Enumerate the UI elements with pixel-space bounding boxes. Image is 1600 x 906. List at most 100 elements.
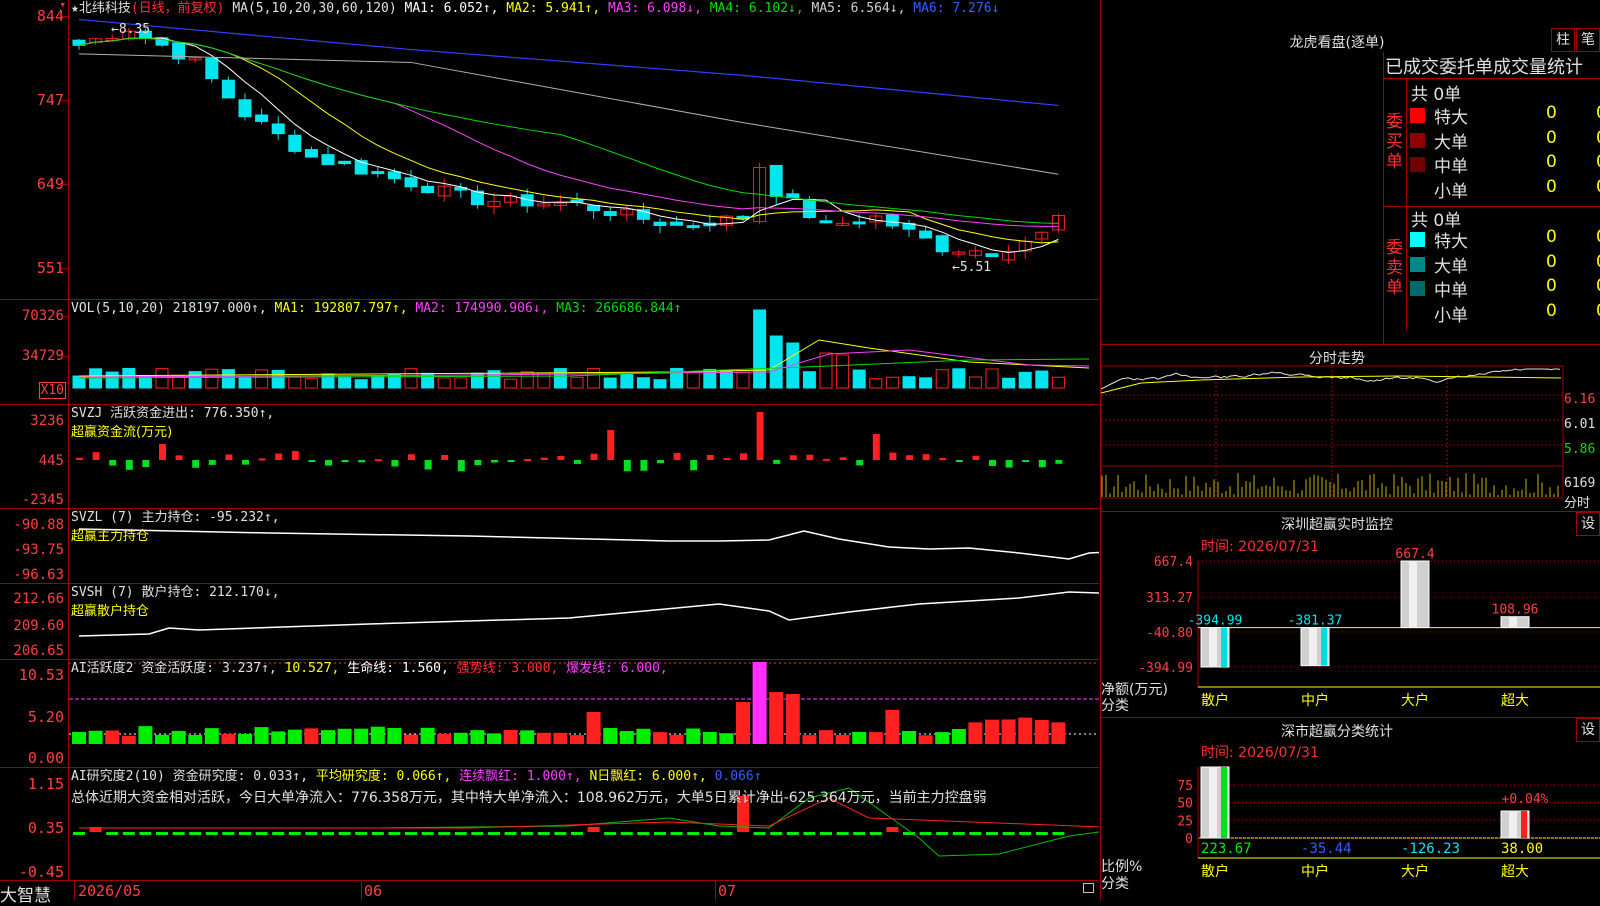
price-pane[interactable]: 844 747 649 551 ▾ ★北纬科技(日线，前复权) MA(5,10,… bbox=[0, 0, 1099, 300]
svzj-y-label: -2345 bbox=[21, 492, 64, 508]
research-bar bbox=[454, 832, 467, 835]
fund-flow-bar bbox=[607, 430, 615, 460]
fund-flow-bar bbox=[175, 455, 183, 460]
activity-bar bbox=[1018, 717, 1033, 744]
bar-mode-button[interactable]: 柱 bbox=[1551, 28, 1575, 52]
price-line bbox=[1101, 368, 1561, 390]
research-bar bbox=[770, 832, 783, 835]
research-bar bbox=[803, 832, 816, 835]
tick-mode-button[interactable]: 笔 bbox=[1576, 28, 1600, 52]
color-swatch bbox=[1410, 181, 1425, 197]
activity-bar bbox=[437, 733, 452, 744]
volume-bar bbox=[603, 377, 617, 389]
fund-flow-bar bbox=[839, 457, 847, 460]
bottom-bar: 大智慧 2026/05 06 07 bbox=[0, 881, 1099, 906]
fund-flow-bar bbox=[540, 457, 548, 460]
brand-label[interactable]: 大智慧 bbox=[0, 881, 51, 906]
volume-pane[interactable]: 70326 34729 X10 VOL(5,10,20) 218197.000↑… bbox=[0, 300, 1099, 405]
order-size-label: 小单 bbox=[1434, 181, 1468, 202]
intraday-y-label: 6.01 bbox=[1564, 417, 1596, 432]
volume-bar bbox=[221, 369, 235, 389]
research-bar bbox=[205, 832, 218, 835]
research-bar bbox=[786, 832, 799, 835]
order-pct: 0% bbox=[1596, 103, 1600, 123]
ai-activity-axis: 10.53 5.20 0.00 bbox=[0, 660, 69, 767]
monitor-value-label: 108.96 bbox=[1492, 603, 1539, 618]
volume-bar bbox=[902, 376, 916, 389]
research-bar bbox=[537, 832, 550, 835]
classify-bar-edge bbox=[1521, 811, 1527, 838]
research-bar bbox=[571, 832, 583, 835]
fund-flow-bar bbox=[939, 458, 947, 461]
activity-bar bbox=[503, 729, 518, 744]
monitor-panel[interactable]: 深圳超赢实时监控 设 时间: 2026/07/31 667.4 313.27 -40… bbox=[1101, 512, 1600, 718]
monitor-y-label: -394.99 bbox=[1138, 661, 1193, 676]
svzj-y-label: 445 bbox=[38, 453, 64, 469]
activity-bar bbox=[221, 733, 236, 744]
fund-flow-bar bbox=[109, 460, 117, 466]
monitor-y-label: 313.27 bbox=[1146, 591, 1193, 606]
stock-name[interactable]: ★北纬科技 bbox=[71, 1, 131, 16]
research-bar bbox=[1019, 832, 1032, 835]
classify-panel[interactable]: 深市超赢分类统计 设 时间: 2026/07/31 75 50 25 0 +0.04% 2… bbox=[1101, 718, 1600, 900]
research-bar bbox=[886, 827, 899, 832]
classify-y-label: 75 bbox=[1177, 779, 1193, 794]
volume-bar bbox=[769, 335, 783, 389]
svzl-axis: -90.88 -93.75 -96.63 bbox=[0, 509, 69, 583]
avg-line bbox=[1101, 375, 1562, 394]
order-row: 特大 0 0% bbox=[1406, 227, 1600, 252]
activity-bar bbox=[520, 730, 535, 744]
classify-axis-sub: 分类 bbox=[1101, 876, 1129, 892]
fund-flow-bar bbox=[159, 444, 166, 460]
research-bar bbox=[156, 832, 168, 835]
fund-flow-bar bbox=[972, 455, 980, 460]
research-bar bbox=[637, 832, 650, 835]
svzj-pane[interactable]: 3236 445 -2345 SVZJ 活跃资金进出: 776.350↑, 超赢… bbox=[0, 405, 1099, 509]
lock-icon[interactable] bbox=[1083, 883, 1094, 893]
intraday-panel[interactable]: 分时走势 6.16 6.01 5.86 6169 分时 bbox=[1101, 345, 1600, 512]
activity-bar bbox=[570, 735, 584, 744]
vol-label: VOL(5,10,20) bbox=[71, 301, 165, 316]
research-bar bbox=[322, 832, 334, 835]
activity-bar bbox=[1034, 719, 1049, 744]
right-panel: 龙虎看盘(逐单) 柱 笔 已成交委托单成交量统计 委买单 委卖单 共 0单 共 … bbox=[1100, 0, 1600, 900]
activity-bar bbox=[470, 730, 485, 744]
price-plot[interactable] bbox=[69, 0, 1099, 299]
activity-bar bbox=[105, 730, 120, 744]
low-price-mark: ←5.51 bbox=[952, 260, 992, 275]
order-pct: 0% bbox=[1596, 252, 1600, 272]
order-count: 0 bbox=[1546, 300, 1557, 321]
svzl-pane[interactable]: -90.88 -93.75 -96.63 SVZL (7) 主力持仓: -95.… bbox=[0, 509, 1099, 584]
research-bar bbox=[305, 832, 318, 835]
monitor-bar-highlight bbox=[1209, 627, 1217, 667]
order-count: 0 bbox=[1546, 103, 1557, 123]
order-row: 中单 0 0% bbox=[1406, 276, 1600, 301]
volume-bar bbox=[354, 379, 368, 389]
fund-flow-bar bbox=[308, 460, 316, 462]
ai-activity-pane[interactable]: 10.53 5.20 0.00 AI活跃度2 资金活跃度: 3.237↑, 10… bbox=[0, 660, 1099, 768]
fund-flow-bar bbox=[922, 454, 930, 460]
ai-research-pane[interactable]: 1.15 0.35 -0.45 AI研究度2(10) 资金研究度: 0.033↑… bbox=[0, 768, 1099, 881]
ai1-burst-line: 爆发线: 6.000, bbox=[566, 661, 668, 676]
order-count: 0 bbox=[1546, 276, 1557, 296]
classify-chart: 75 50 25 0 +0.04% 223.67 -35.44 -126.23 38.00 散户 中… bbox=[1177, 766, 1600, 880]
activity-bar bbox=[951, 728, 966, 744]
ai1-strong-line: 强势线: 3.000, bbox=[456, 661, 559, 676]
research-bar bbox=[969, 832, 982, 835]
fund-flow-bar bbox=[657, 460, 664, 464]
activity-bar bbox=[254, 727, 269, 744]
fund-flow-bar bbox=[989, 460, 996, 466]
order-size-label: 大单 bbox=[1434, 256, 1468, 277]
candle-body bbox=[935, 235, 949, 253]
svsh-pane[interactable]: 212.66 209.60 206.65 SVSH (7) 散户持仓: 212.… bbox=[0, 584, 1099, 660]
color-swatch bbox=[1410, 157, 1425, 172]
candle-body bbox=[338, 160, 352, 165]
activity-bar bbox=[404, 734, 418, 744]
price-y-label: 551 bbox=[36, 259, 64, 277]
ai2-label: AI研究度2(10) 资金研究度: 0.033↑, bbox=[71, 769, 309, 784]
activity-bar bbox=[1001, 719, 1016, 744]
volume-bar bbox=[371, 375, 385, 389]
volume-bar bbox=[985, 368, 999, 389]
activity-bar bbox=[420, 727, 435, 744]
volume-bar bbox=[736, 371, 750, 389]
